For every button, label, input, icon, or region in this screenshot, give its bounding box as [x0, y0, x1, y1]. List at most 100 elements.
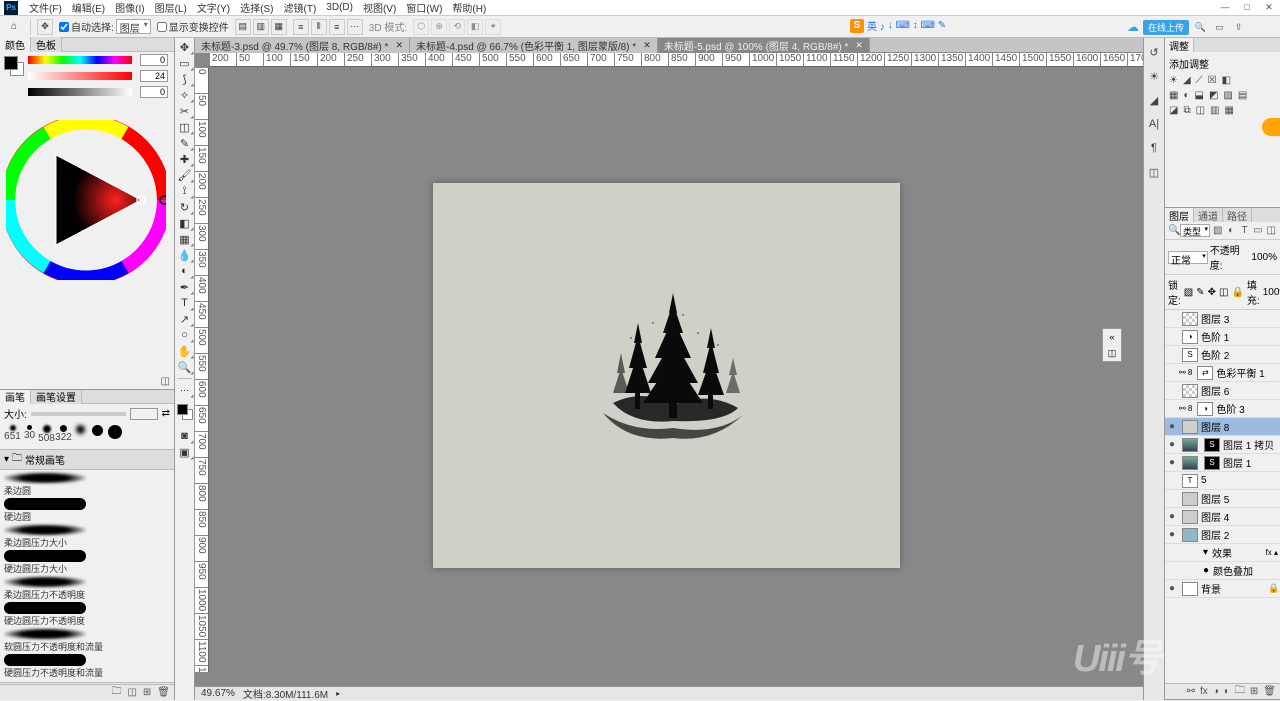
- levels-icon[interactable]: ◢: [1146, 92, 1162, 108]
- history-brush-icon[interactable]: ↻: [176, 199, 194, 215]
- layer-row[interactable]: T5: [1165, 472, 1280, 490]
- filter-text-icon[interactable]: T: [1239, 225, 1250, 236]
- adj-icon[interactable]: ⬓: [1195, 90, 1204, 101]
- tab-channels[interactable]: 通道: [1194, 208, 1223, 222]
- snap-icon[interactable]: ◫: [161, 376, 170, 387]
- hue-value[interactable]: 0: [140, 54, 168, 66]
- floating-panel-icon[interactable]: ◫: [1103, 345, 1121, 361]
- mask-icon[interactable]: ◑: [1213, 686, 1219, 697]
- layer-row[interactable]: ●图层 2: [1165, 526, 1280, 544]
- adj-icon[interactable]: ☒: [1208, 75, 1217, 86]
- blur-tool-icon[interactable]: 💧: [176, 247, 194, 263]
- tab-brush[interactable]: 画笔: [0, 390, 31, 404]
- close-icon[interactable]: ✕: [855, 40, 863, 51]
- fx-icon[interactable]: fx: [1200, 686, 1208, 697]
- filter-pixel-icon[interactable]: ▧: [1212, 225, 1223, 236]
- auto-select-dropdown[interactable]: 图层: [116, 19, 151, 34]
- eraser-tool-icon[interactable]: ◧: [176, 215, 194, 231]
- folder-icon[interactable]: 🗀: [111, 684, 121, 700]
- adj-icon[interactable]: ◪: [1169, 105, 1178, 116]
- align-right-icon[interactable]: ▦: [271, 19, 287, 35]
- brush-item[interactable]: 硬边圆压力大小: [4, 550, 170, 575]
- distribute-icon[interactable]: ⦀: [311, 19, 327, 35]
- lock-artboard-icon[interactable]: ◫: [1219, 287, 1228, 298]
- adj-icon[interactable]: ▦: [1225, 105, 1234, 116]
- align-left-icon[interactable]: ▤: [235, 19, 251, 35]
- lock-paint-icon[interactable]: ✎: [1196, 287, 1204, 298]
- layer-row[interactable]: ●S图层 1 拷贝: [1165, 436, 1280, 454]
- link-icon[interactable]: ⚯: [1187, 686, 1195, 697]
- color-wheel[interactable]: [6, 120, 166, 280]
- layer-row[interactable]: 图层 3: [1165, 310, 1280, 328]
- ruler-horizontal[interactable]: 2005010015020025030035040045050055060065…: [209, 53, 1143, 67]
- adj-icon[interactable]: ⟋: [1196, 75, 1203, 86]
- brush-item[interactable]: 软圆压力不透明度和流量: [4, 628, 170, 653]
- adj-icon[interactable]: ☀: [1169, 75, 1178, 86]
- lock-pos-icon[interactable]: ✥: [1208, 287, 1216, 298]
- share-button[interactable]: 在线上传: [1143, 20, 1189, 35]
- adj-icon[interactable]: ▥: [1210, 105, 1219, 116]
- doc-tab-active[interactable]: 未标题-5.psd @ 100% (图层 4, RGB/8#) *✕: [658, 38, 870, 53]
- opacity-value[interactable]: 100%: [1251, 252, 1277, 263]
- cloud-icon[interactable]: ☁: [1127, 20, 1139, 34]
- window-minimize-icon[interactable]: ―: [1214, 0, 1236, 14]
- eyedropper-tool-icon[interactable]: ✎: [176, 135, 194, 151]
- doc-tab[interactable]: 未标题-4.psd @ 66.7% (色彩平衡 1, 图层蒙版/8) *✕: [410, 38, 658, 53]
- canvas-area[interactable]: 2005010015020025030035040045050055060065…: [195, 53, 1143, 686]
- adj-icon[interactable]: ◢: [1183, 75, 1191, 86]
- frame-tool-icon[interactable]: ◫: [176, 119, 194, 135]
- layer-row[interactable]: ●图层 4: [1165, 508, 1280, 526]
- search-icon[interactable]: 🔍: [1193, 20, 1208, 35]
- tab-swatches[interactable]: 色板: [31, 37, 62, 52]
- layer-row[interactable]: 图层 5: [1165, 490, 1280, 508]
- filter-kind-dropdown[interactable]: 类型: [1180, 224, 1210, 237]
- layer-row[interactable]: ◑色阶 1: [1165, 328, 1280, 346]
- adjustment-layer-icon[interactable]: ◐: [1224, 686, 1230, 697]
- character-icon[interactable]: A|: [1146, 116, 1162, 132]
- align-center-icon[interactable]: ▥: [253, 19, 269, 35]
- workspace-icon[interactable]: ▭: [1212, 20, 1227, 35]
- lock-all-icon[interactable]: 🔒: [1231, 287, 1243, 298]
- screenmode-icon[interactable]: ▣: [176, 444, 194, 460]
- more-icon[interactable]: ⋯: [347, 19, 363, 35]
- sat-value[interactable]: 24: [140, 70, 168, 82]
- sogou-icon[interactable]: S: [850, 19, 864, 33]
- adj-icon[interactable]: ◫: [1196, 105, 1205, 116]
- layer-row[interactable]: ⚯ 8⇄色彩平衡 1: [1165, 364, 1280, 382]
- marquee-tool-icon[interactable]: ▭: [176, 55, 194, 71]
- home-icon[interactable]: ⌂: [4, 18, 24, 36]
- adj-icon[interactable]: ▦: [1169, 90, 1178, 101]
- hue-slider[interactable]: [28, 56, 132, 64]
- brush-tool-icon[interactable]: 🖌: [176, 167, 194, 183]
- group-icon[interactable]: 🗀: [1235, 683, 1245, 700]
- delete-icon[interactable]: 🗑: [1263, 686, 1276, 697]
- filter-adj-icon[interactable]: ◐: [1225, 225, 1236, 236]
- distribute-icon[interactable]: ≡: [293, 19, 309, 35]
- adj-icon[interactable]: ⧉: [1183, 105, 1190, 116]
- menu-window[interactable]: 窗口(W): [401, 0, 447, 15]
- brush-size-input[interactable]: [130, 408, 158, 420]
- blend-mode-dropdown[interactable]: 正常: [1168, 251, 1208, 264]
- layer-row[interactable]: ●S图层 1: [1165, 454, 1280, 472]
- menu-filter[interactable]: 滤镜(T): [279, 0, 322, 15]
- wand-tool-icon[interactable]: ✧: [176, 87, 194, 103]
- sat-slider[interactable]: [28, 72, 132, 80]
- filter-smart-icon[interactable]: ◫: [1266, 225, 1277, 236]
- adj-icon[interactable]: ◐: [1183, 90, 1189, 101]
- edit-toolbar-icon[interactable]: ⋯: [176, 382, 194, 398]
- paragraph-icon[interactable]: ¶: [1146, 140, 1162, 156]
- menu-select[interactable]: 选择(S): [235, 0, 278, 15]
- trash-icon[interactable]: 🗑: [157, 687, 170, 698]
- move-tool-icon[interactable]: ✥: [176, 39, 194, 55]
- menu-layer[interactable]: 图层(L): [150, 0, 192, 15]
- hand-tool-icon[interactable]: ✋: [176, 343, 194, 359]
- brush-item[interactable]: 柔边圆压力大小: [4, 524, 170, 549]
- new-icon[interactable]: ⊞: [143, 687, 151, 698]
- layer-row[interactable]: ●背景🔒: [1165, 580, 1280, 598]
- quickmask-icon[interactable]: ◙: [176, 428, 194, 444]
- export-icon[interactable]: ⇪: [1231, 20, 1246, 35]
- window-close-icon[interactable]: ✕: [1258, 0, 1280, 14]
- library-icon[interactable]: ◫: [1146, 164, 1162, 180]
- menu-help[interactable]: 帮助(H): [447, 0, 491, 15]
- zoom-value[interactable]: 49.67%: [201, 688, 235, 699]
